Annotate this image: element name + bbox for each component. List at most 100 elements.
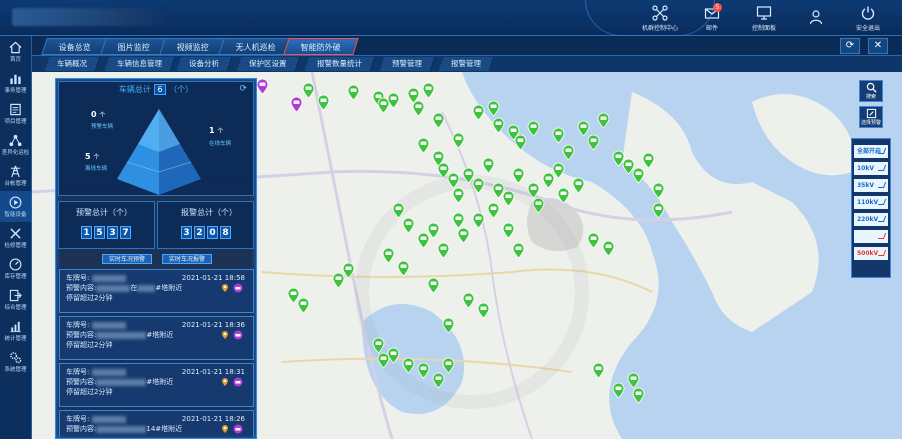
vehicle-marker-icon[interactable] <box>382 247 395 264</box>
vehicle-marker-icon[interactable] <box>442 357 455 374</box>
vehicle-marker-icon[interactable] <box>612 382 625 399</box>
vehicle-marker-icon[interactable] <box>502 222 515 239</box>
alert-vehicle-marker-icon[interactable] <box>290 96 303 113</box>
vehicle-marker-icon[interactable] <box>452 132 465 149</box>
vehicle-marker-icon[interactable] <box>572 177 585 194</box>
vehicle-marker-icon[interactable] <box>477 302 490 319</box>
subtab-alarm-statistics[interactable]: 报警数量统计 <box>304 57 376 71</box>
list-item[interactable]: 车牌号: 2021-01-21 18:26 预警内容: 14#塔附近 <box>59 410 254 437</box>
vehicle-marker-icon[interactable] <box>492 117 505 134</box>
vehicle-marker-icon[interactable] <box>462 292 475 309</box>
vehicle-icon[interactable] <box>233 377 243 387</box>
tab-device-overview[interactable]: 设备总览 <box>41 38 109 55</box>
vehicle-marker-icon[interactable] <box>442 317 455 334</box>
location-pin-icon[interactable] <box>220 424 230 434</box>
device-warning-button[interactable]: 选择预警 <box>859 106 883 128</box>
vehicle-marker-icon[interactable] <box>402 217 415 234</box>
vehicle-icon[interactable] <box>233 330 243 340</box>
realtime-warning-button[interactable]: 实时车况预警 <box>102 254 153 264</box>
subtab-vehicle-info[interactable]: 车辆信息管理 <box>104 57 176 71</box>
user-button[interactable] <box>790 2 842 34</box>
vehicle-marker-icon[interactable] <box>652 182 665 199</box>
list-item[interactable]: 车牌号: 2021-01-21 18:36 预警内容: #塔附近 停留超过2分钟 <box>59 316 254 360</box>
vehicle-marker-icon[interactable] <box>632 387 645 404</box>
vehicle-icon[interactable] <box>233 424 243 434</box>
vehicle-marker-icon[interactable] <box>532 197 545 214</box>
location-pin-icon[interactable] <box>220 283 230 293</box>
location-pin-icon[interactable] <box>220 330 230 340</box>
vehicle-marker-icon[interactable] <box>472 104 485 121</box>
drone-control-button[interactable]: 机群控制中心 <box>634 2 686 34</box>
control-panel-button[interactable]: 控制面板 <box>738 2 790 34</box>
vehicle-marker-icon[interactable] <box>342 262 355 279</box>
subtab-protection-zone[interactable]: 保护区设置 <box>236 57 300 71</box>
voltage-toggle-220kv[interactable]: 220kV <box>854 213 888 226</box>
tab-image-monitor[interactable]: 图片监控 <box>100 38 168 55</box>
subtab-device-analysis[interactable]: 设备分析 <box>176 57 233 71</box>
refresh-icon[interactable]: ⟳ <box>239 84 247 94</box>
nav-item-affairs[interactable]: 事务管理 <box>0 67 31 98</box>
nav-item-ledger[interactable]: 台帐管理 <box>0 160 31 191</box>
voltage-toggle-red[interactable] <box>854 230 888 243</box>
vehicle-marker-icon[interactable] <box>302 82 315 99</box>
nav-item-system[interactable]: 系统管理 <box>0 346 31 377</box>
vehicle-marker-icon[interactable] <box>652 202 665 219</box>
nav-item-maintenance[interactable]: 检修管理 <box>0 222 31 253</box>
vehicle-marker-icon[interactable] <box>587 134 600 151</box>
tab-anti-damage[interactable]: 智能防外破 <box>283 38 359 55</box>
tab-video-monitor[interactable]: 视频监控 <box>159 38 227 55</box>
voltage-toggle-35kv[interactable]: 35kV <box>854 179 888 192</box>
vehicle-marker-icon[interactable] <box>512 167 525 184</box>
vehicle-marker-icon[interactable] <box>592 362 605 379</box>
voltage-toggle-10kv[interactable]: 10kV <box>854 162 888 175</box>
vehicle-marker-icon[interactable] <box>417 362 430 379</box>
vehicle-marker-icon[interactable] <box>387 347 400 364</box>
nav-item-projects[interactable]: 项目管理 <box>0 98 31 129</box>
vehicle-marker-icon[interactable] <box>402 357 415 374</box>
subtab-warning-management[interactable]: 预警管理 <box>379 57 436 71</box>
alert-vehicle-marker-icon[interactable] <box>256 78 269 95</box>
nav-item-smart-devices[interactable]: 智能设备 <box>0 191 31 222</box>
close-tab-button[interactable]: ✕ <box>868 38 888 54</box>
vehicle-marker-icon[interactable] <box>427 222 440 239</box>
nav-item-home[interactable]: 首页 <box>0 36 31 67</box>
location-pin-icon[interactable] <box>220 377 230 387</box>
vehicle-marker-icon[interactable] <box>347 84 360 101</box>
vehicle-marker-icon[interactable] <box>597 112 610 129</box>
nav-item-inventory[interactable]: 库存管理 <box>0 253 31 284</box>
nav-item-differential[interactable]: 差异化运检 <box>0 129 31 160</box>
vehicle-marker-icon[interactable] <box>512 242 525 259</box>
vehicle-marker-icon[interactable] <box>452 187 465 204</box>
search-button[interactable]: 搜索 <box>859 80 883 102</box>
vehicle-marker-icon[interactable] <box>552 162 565 179</box>
mail-button[interactable]: 5 邮件 <box>686 2 738 34</box>
vehicle-marker-icon[interactable] <box>297 297 310 314</box>
vehicle-marker-icon[interactable] <box>632 167 645 184</box>
realtime-alarm-button[interactable]: 实时车况报警 <box>162 254 213 264</box>
vehicle-marker-icon[interactable] <box>487 100 500 117</box>
subtab-alarm-management[interactable]: 报警管理 <box>438 57 495 71</box>
vehicle-marker-icon[interactable] <box>427 277 440 294</box>
nav-item-statistics[interactable]: 统计管理 <box>0 315 31 346</box>
tab-drone-inspection[interactable]: 无人机巡检 <box>218 38 294 55</box>
subtab-vehicle-overview[interactable]: 车辆概况 <box>44 57 101 71</box>
vehicle-marker-icon[interactable] <box>387 92 400 109</box>
vehicle-marker-icon[interactable] <box>412 100 425 117</box>
vehicle-icon[interactable] <box>233 283 243 293</box>
vehicle-marker-icon[interactable] <box>552 127 565 144</box>
vehicle-marker-icon[interactable] <box>602 240 615 257</box>
vehicle-marker-icon[interactable] <box>422 82 435 99</box>
vehicle-marker-icon[interactable] <box>472 212 485 229</box>
vehicle-marker-icon[interactable] <box>527 120 540 137</box>
vehicle-marker-icon[interactable] <box>397 260 410 277</box>
vehicle-marker-icon[interactable] <box>457 227 470 244</box>
nav-item-general[interactable]: 综合管理 <box>0 284 31 315</box>
vehicle-marker-icon[interactable] <box>487 202 500 219</box>
vehicle-marker-icon[interactable] <box>417 137 430 154</box>
vehicle-marker-icon[interactable] <box>557 187 570 204</box>
vehicle-marker-icon[interactable] <box>437 242 450 259</box>
vehicle-marker-icon[interactable] <box>587 232 600 249</box>
vehicle-marker-icon[interactable] <box>502 190 515 207</box>
voltage-toggle-110kv[interactable]: 110kV <box>854 196 888 209</box>
list-item[interactable]: 车牌号: 2021-01-21 18:31 预警内容: #塔附近 停留超过2分钟 <box>59 363 254 407</box>
